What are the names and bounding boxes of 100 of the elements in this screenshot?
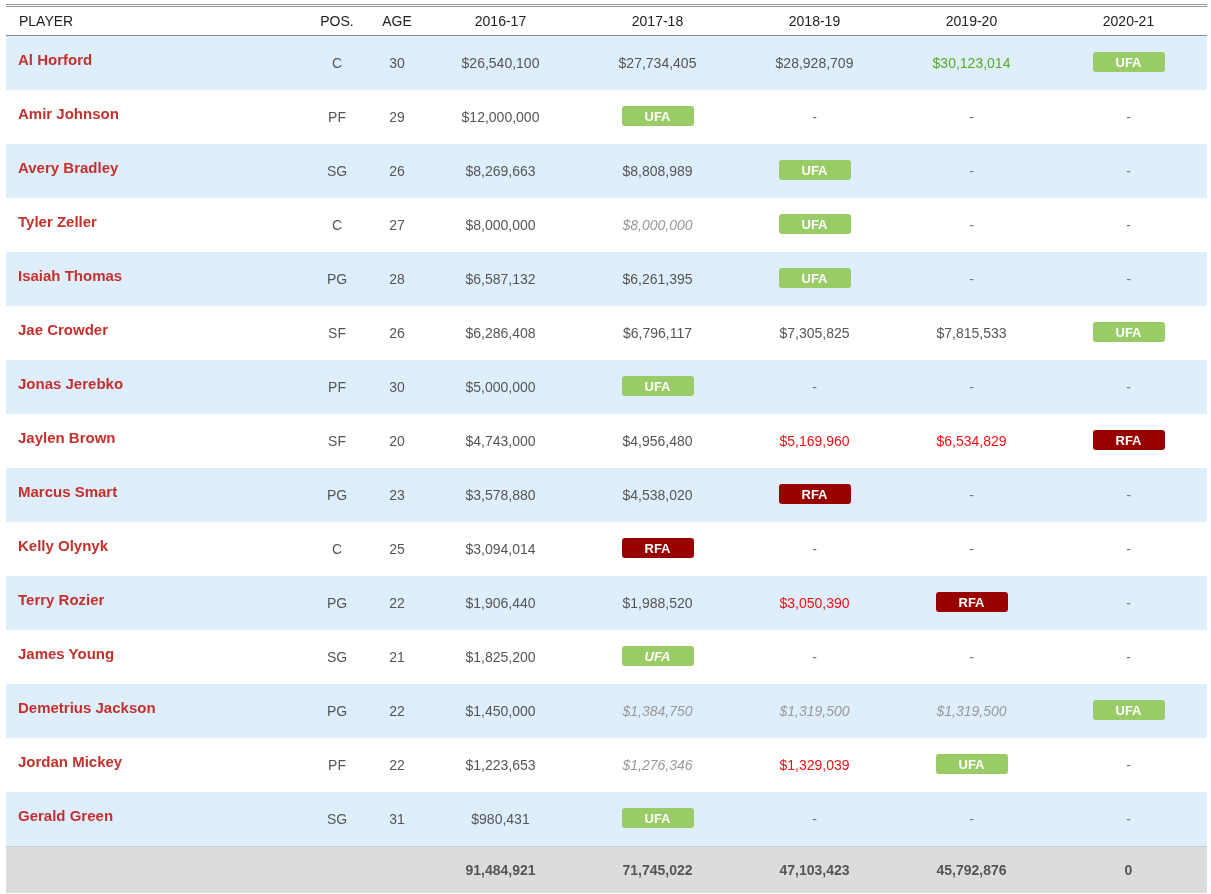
status-badge: UFA	[621, 106, 694, 126]
empty-dash: -	[969, 163, 974, 179]
player-name[interactable]: Marcus Smart	[18, 482, 118, 500]
player-name[interactable]: James Young	[18, 644, 115, 662]
empty-dash: -	[969, 271, 974, 287]
player-name[interactable]: Jaylen Brown	[18, 428, 116, 446]
total-amount: 45,792,876	[936, 862, 1007, 878]
player-name[interactable]: Amir Johnson	[18, 104, 119, 122]
player-name[interactable]: Terry Rozier	[18, 590, 105, 608]
total-amount: 0	[1124, 862, 1133, 878]
salary-amount: $1,276,346	[622, 757, 693, 773]
salary-amount: $1,319,500	[936, 703, 1007, 719]
position: PG	[326, 595, 348, 611]
salary-amount: $8,269,663	[465, 163, 536, 179]
status-badge: RFA	[621, 538, 694, 558]
age: 21	[389, 649, 405, 665]
salary-amount: $4,743,000	[465, 433, 536, 449]
empty-dash: -	[1126, 217, 1131, 233]
age: 27	[389, 217, 405, 233]
empty-dash: -	[969, 109, 974, 125]
age: 30	[389, 379, 405, 395]
position: SG	[326, 163, 348, 179]
player-name[interactable]: Kelly Olynyk	[18, 536, 109, 554]
salary-amount: $6,534,829	[936, 433, 1007, 449]
salary-amount: $1,329,039	[779, 757, 850, 773]
player-name[interactable]: Tyler Zeller	[18, 212, 97, 230]
empty-dash: -	[1126, 271, 1131, 287]
position: PG	[326, 487, 348, 503]
player-name[interactable]: Avery Bradley	[18, 158, 119, 176]
salary-amount: $27,734,405	[618, 55, 697, 71]
age: 26	[389, 325, 405, 341]
salary-amount: $6,261,395	[622, 271, 693, 287]
age: 26	[389, 163, 405, 179]
salary-amount: $980,431	[471, 811, 530, 827]
salary-amount: $1,906,440	[465, 595, 536, 611]
column-header: PLAYER	[18, 13, 75, 29]
status-badge: UFA	[1092, 52, 1165, 72]
salary-amount: $1,988,520	[622, 595, 693, 611]
salary-amount: $7,815,533	[936, 325, 1007, 341]
salary-amount: $1,223,653	[465, 757, 536, 773]
position: SF	[328, 433, 346, 449]
salary-amount: $8,808,989	[622, 163, 693, 179]
column-header: 2016-17	[473, 13, 528, 29]
total-amount: 47,103,423	[779, 862, 850, 878]
status-badge: UFA	[778, 214, 851, 234]
column-header: 2020-21	[1101, 13, 1156, 29]
age: 23	[389, 487, 405, 503]
position: C	[331, 541, 343, 557]
empty-dash: -	[812, 379, 817, 395]
age: 29	[389, 109, 405, 125]
empty-dash: -	[812, 541, 817, 557]
status-badge: RFA	[1092, 430, 1165, 450]
salary-amount: $3,050,390	[779, 595, 850, 611]
salary-amount: $1,825,200	[465, 649, 536, 665]
position: SG	[326, 649, 348, 665]
status-badge: UFA	[1092, 322, 1165, 342]
player-name[interactable]: Jordan Mickey	[18, 752, 123, 770]
status-badge: UFA	[621, 376, 694, 396]
status-badge: RFA	[935, 592, 1008, 612]
player-name[interactable]: Jonas Jerebko	[18, 374, 124, 392]
salary-amount: $8,000,000	[622, 217, 693, 233]
player-name[interactable]: Jae Crowder	[18, 320, 109, 338]
status-badge: UFA	[778, 268, 851, 288]
player-name[interactable]: Gerald Green	[18, 806, 114, 824]
empty-dash: -	[969, 541, 974, 557]
salary-amount: $28,928,709	[775, 55, 854, 71]
position: PG	[326, 703, 348, 719]
empty-dash: -	[1126, 379, 1131, 395]
player-name[interactable]: Demetrius Jackson	[18, 698, 156, 716]
salary-amount: $3,094,014	[465, 541, 536, 557]
empty-dash: -	[1126, 757, 1131, 773]
age: 31	[389, 811, 405, 827]
salary-amount: $1,384,750	[622, 703, 693, 719]
column-header: AGE	[381, 13, 413, 29]
player-name[interactable]: Al Horford	[18, 50, 93, 68]
age: 22	[389, 757, 405, 773]
age: 28	[389, 271, 405, 287]
position: SG	[326, 811, 348, 827]
status-badge: UFA	[621, 646, 694, 666]
salary-amount: $26,540,100	[461, 55, 540, 71]
position: PF	[328, 757, 346, 773]
position: PF	[328, 379, 346, 395]
position: PG	[326, 271, 348, 287]
total-amount: 71,745,022	[622, 862, 693, 878]
salary-amount: $6,587,132	[465, 271, 536, 287]
age: 30	[389, 55, 405, 71]
salary-amount: $1,450,000	[465, 703, 536, 719]
salary-amount: $12,000,000	[461, 109, 540, 125]
column-header: 2019-20	[944, 13, 999, 29]
total-amount: 91,484,921	[465, 862, 536, 878]
empty-dash: -	[1126, 163, 1131, 179]
position: C	[331, 217, 343, 233]
player-name[interactable]: Isaiah Thomas	[18, 266, 123, 284]
salary-amount: $5,000,000	[465, 379, 536, 395]
empty-dash: -	[1126, 109, 1131, 125]
empty-dash: -	[969, 379, 974, 395]
empty-dash: -	[1126, 487, 1131, 503]
salary-amount: $4,956,480	[622, 433, 693, 449]
empty-dash: -	[1126, 649, 1131, 665]
empty-dash: -	[969, 217, 974, 233]
